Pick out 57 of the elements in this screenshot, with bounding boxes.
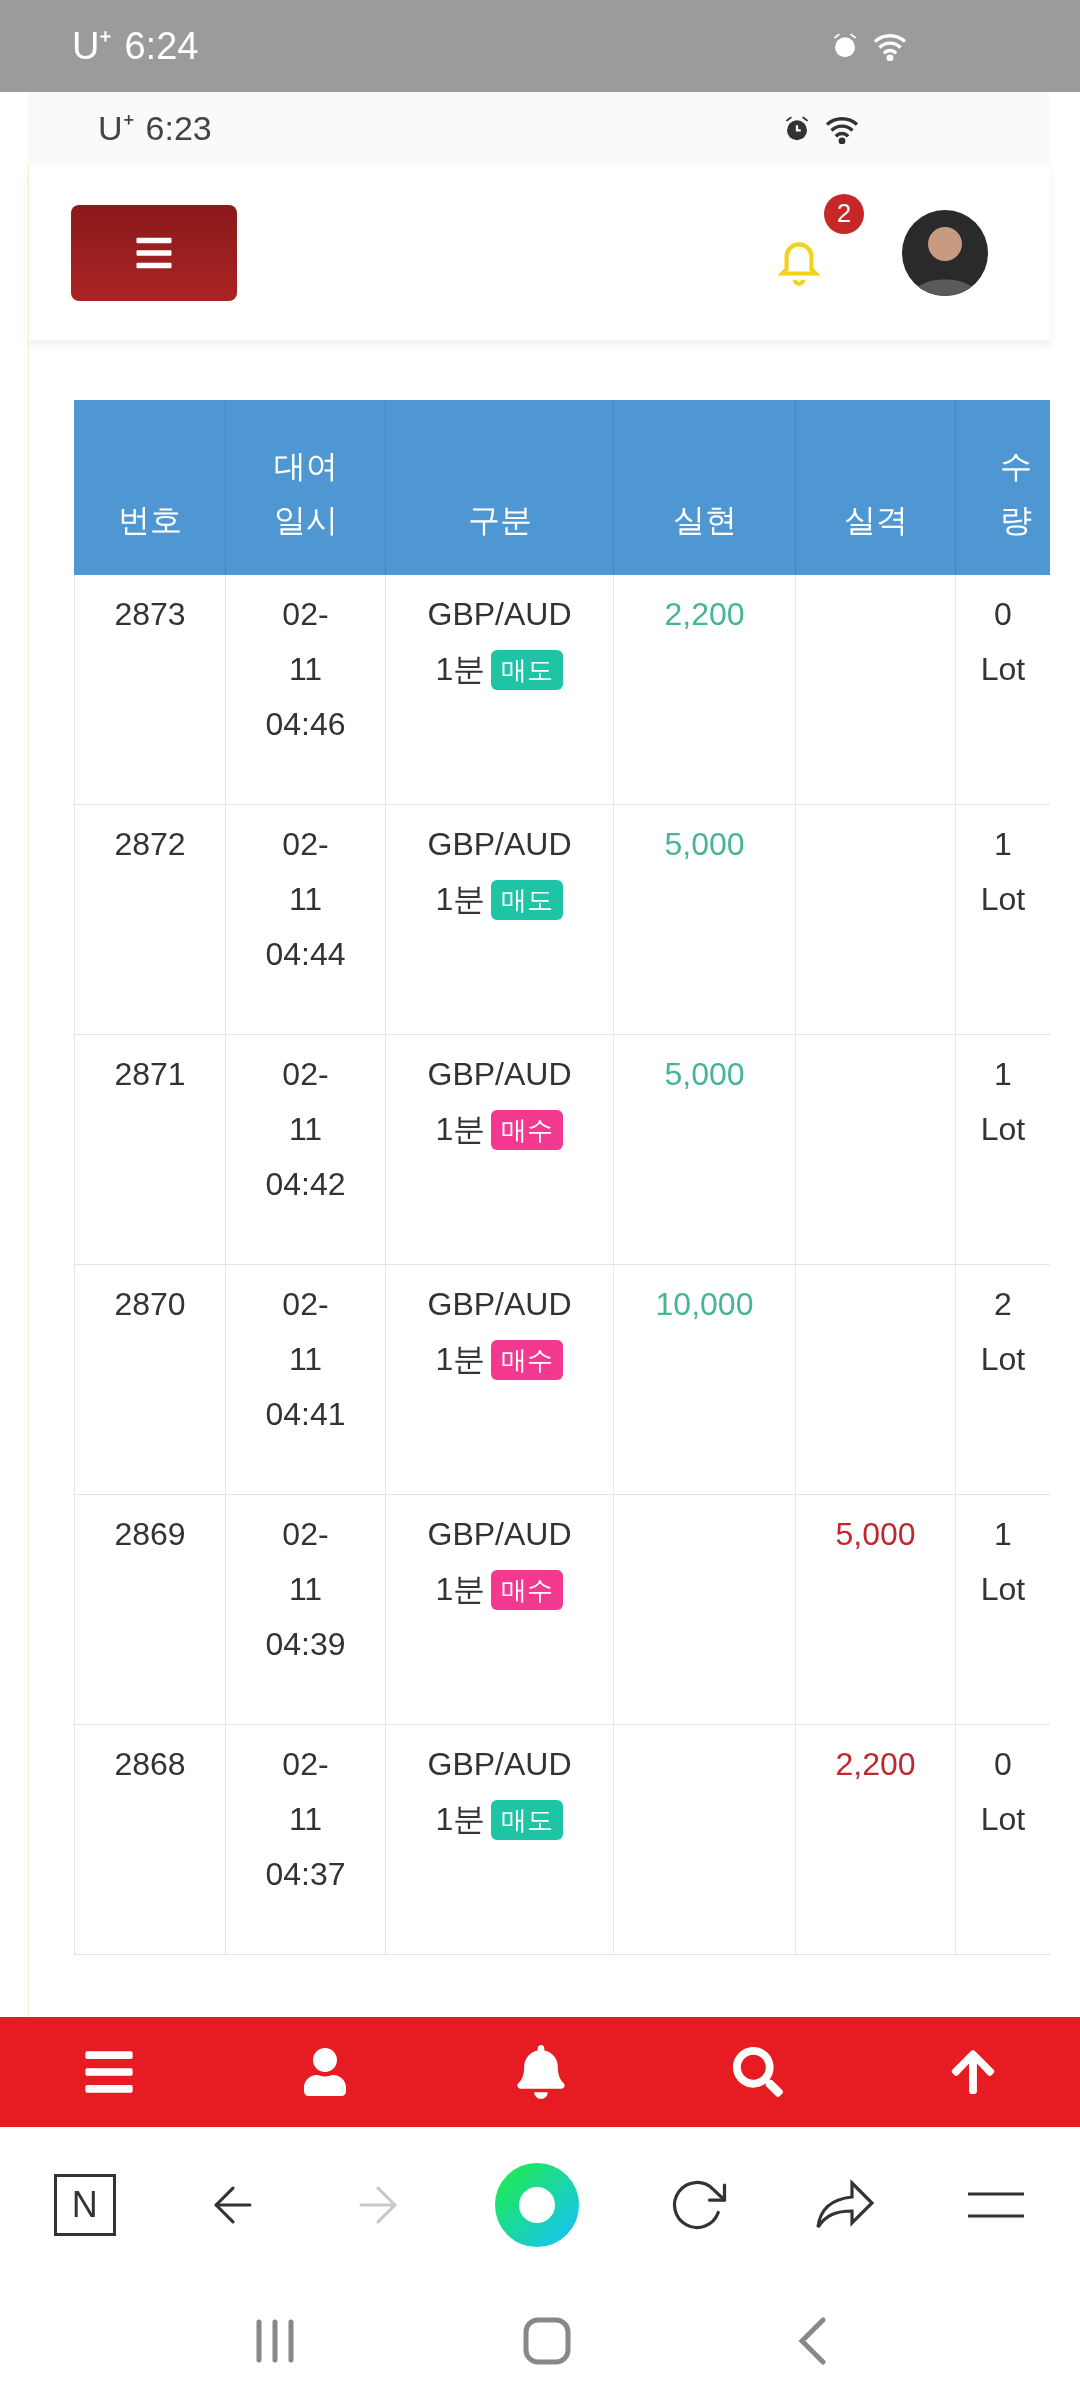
table-cell-text: 2870	[114, 1285, 186, 1324]
column-header: 대여 일시	[226, 400, 386, 575]
table-cell-text: 2872	[114, 825, 186, 864]
pair-text: GBP/AUD	[427, 1285, 572, 1324]
side-tag: 매도	[491, 879, 564, 920]
quantity-cell-text: 1 Lot	[979, 1055, 1027, 1149]
status-time: U⁺ 6:23	[98, 108, 212, 149]
quantity-cell-text: 0 Lot	[979, 595, 1027, 689]
side-tag: 매수	[491, 1109, 564, 1150]
date-cell-text: 02- 11 04:42	[265, 1055, 346, 1204]
search-icon[interactable]	[732, 2047, 783, 2097]
bell-icon[interactable]	[514, 2045, 568, 2099]
pair-text: GBP/AUD	[427, 1515, 572, 1554]
column-header: 수 량	[956, 400, 1050, 575]
profit-value: 10,000	[655, 1285, 754, 1324]
date-cell-text: 02- 11 04:41	[265, 1285, 346, 1434]
column-header: 실현	[614, 400, 796, 575]
period-text: 1분	[435, 1110, 486, 1149]
column-header: 구분	[386, 400, 614, 575]
wifi-icon	[872, 31, 908, 61]
period-text: 1분	[435, 880, 486, 919]
pair-text: GBP/AUD	[427, 825, 572, 864]
date-cell-text: 02- 11 04:37	[265, 1745, 346, 1894]
loss-value: 2,200	[835, 1745, 916, 1784]
quantity-cell-text: 0 Lot	[979, 1745, 1027, 1839]
table-cell-text: 2873	[114, 595, 186, 634]
menu-button[interactable]	[71, 204, 237, 301]
loss-value: 5,000	[835, 1515, 916, 1554]
notification-badge: 2	[824, 193, 864, 234]
date-cell-text: 02- 11 04:44	[265, 825, 346, 974]
tabs-button[interactable]: N	[53, 2173, 116, 2236]
side-tag: 매수	[491, 1339, 564, 1380]
column-header: 번호	[74, 400, 226, 575]
profit-value: 5,000	[664, 825, 745, 864]
home-icon[interactable]	[523, 2317, 571, 2365]
table-cell-text: 2871	[114, 1055, 186, 1094]
period-text: 1분	[435, 650, 486, 689]
pair-text: GBP/AUD	[427, 1055, 572, 1094]
status-time: U⁺ 6:24	[72, 23, 199, 69]
side-tag: 매수	[491, 1569, 564, 1610]
quantity-cell-text: 1 Lot	[979, 1515, 1027, 1609]
profit-value: 5,000	[664, 1055, 745, 1094]
period-text: 1분	[435, 1340, 486, 1379]
profit-value: 2,200	[664, 595, 745, 634]
date-cell-text: 02- 11 04:46	[265, 595, 346, 744]
date-cell-text: 02- 11 04:39	[265, 1515, 346, 1664]
period-text: 1분	[435, 1800, 486, 1839]
pair-text: GBP/AUD	[427, 1745, 572, 1784]
table-cell-text: 2869	[114, 1515, 186, 1554]
table-cell-text: 2868	[114, 1745, 186, 1784]
column-header: 실격	[796, 400, 956, 575]
side-tag: 매도	[491, 1799, 564, 1840]
period-text: 1분	[435, 1570, 486, 1609]
quantity-cell-text: 2 Lot	[979, 1285, 1027, 1379]
quantity-cell-text: 1 Lot	[979, 825, 1027, 919]
side-tag: 매도	[491, 649, 564, 690]
pair-text: GBP/AUD	[427, 595, 572, 634]
